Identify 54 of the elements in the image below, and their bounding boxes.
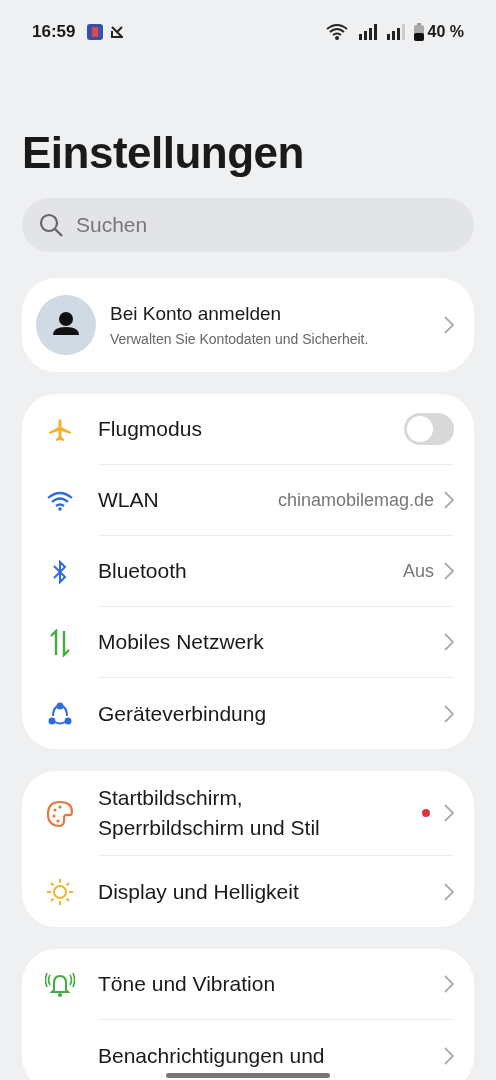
setting-value: Aus [402,560,434,582]
sun-icon [46,877,74,906]
settings-item[interactable]: Startbildschirm, Sperrbildschirm und Stil [22,771,454,856]
page-title: Einstellungen [22,128,305,178]
connection-icon [47,701,73,726]
app-icon [87,24,104,40]
toggle-switch[interactable] [404,413,454,445]
chevron-icon [444,562,454,580]
bluetooth-icon [51,558,69,585]
settings-item[interactable]: Flugmodus [22,394,454,465]
cell-signal-icon [385,24,406,40]
bell-icon [45,971,75,998]
setting-label: Benachrichtigungen und [98,1042,326,1069]
cell-signal-icon [357,24,378,40]
settings-item[interactable]: Töne und Vibration [22,949,454,1020]
up-down-arrows-icon [48,628,72,657]
setting-label: Flugmodus [98,416,203,442]
account-subtitle: Verwalten Sie Kontodaten und Sicherheit. [110,331,370,347]
search-icon [38,212,64,238]
setting-value: chinamobilemag.de [277,489,434,511]
wifi-icon [46,490,74,511]
chevron-icon [444,882,454,901]
chevron-icon [444,491,454,509]
setting-label: Mobiles Netzwerk [98,629,265,655]
account-card[interactable]: Bei Konto anmelden Verwalten Sie Kontodaten und Sicherheit. [22,278,474,372]
setting-label: Startbildschirm, Sperrbildschirm und Stil [98,785,321,841]
setting-label: Display und Helligkeit [98,878,300,905]
chevron-icon [444,975,454,993]
avatar-icon [36,295,96,355]
settings-item[interactable]: Geräteverbindung [22,678,454,749]
battery-icon [413,23,424,41]
settings-item[interactable]: Benachrichtigungen und [22,1020,454,1080]
palette-icon [46,799,74,828]
setting-label: Töne und Vibration [98,971,277,997]
setting-label: Bluetooth [98,558,188,584]
settings-item[interactable]: WLAN chinamobilemag.de [22,465,454,536]
wifi-signal-icon [325,23,350,41]
chevron-icon [444,633,454,651]
settings-item[interactable]: Bluetooth Aus [22,536,454,607]
notification-icon [111,26,124,38]
chevron-icon [444,316,454,334]
settings-item[interactable]: Display und Helligkeit [22,856,454,927]
settings-item[interactable]: Mobiles Netzwerk [22,607,454,678]
setting-label: Geräteverbindung [98,700,268,727]
status-time: 16:59 [32,22,76,42]
search-field[interactable]: Suchen [22,198,474,252]
setting-label: WLAN [98,487,160,513]
search-input[interactable]: Suchen [74,212,458,238]
chevron-icon [444,704,454,723]
chevron-icon [444,1046,454,1065]
account-title: Bei Konto anmelden [110,303,283,325]
airplane-icon [48,417,72,442]
chevron-icon [444,804,454,822]
battery-percentage: 40 % [427,23,464,41]
